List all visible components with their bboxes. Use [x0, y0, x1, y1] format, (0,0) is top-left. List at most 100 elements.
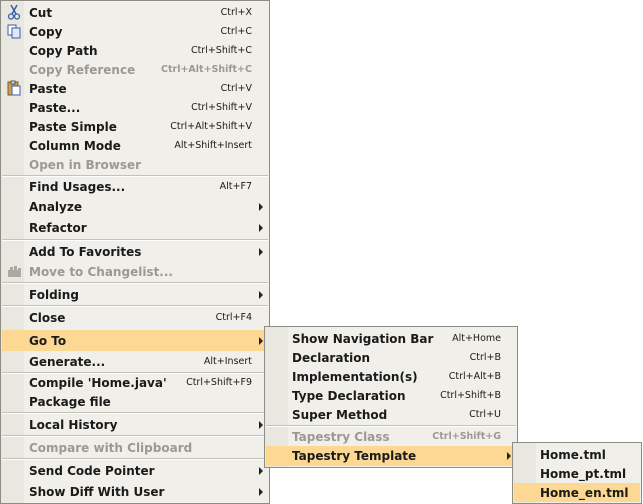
clipboard-icon: [6, 80, 22, 96]
menu-item-label: Super Method: [292, 407, 388, 422]
shortcut: Alt+Shift+Insert: [174, 140, 252, 151]
menu-item-copy[interactable]: Copy Ctrl+C: [2, 22, 268, 41]
submenu-arrow-icon: [259, 248, 263, 256]
menu-item-label: Paste: [29, 81, 67, 96]
menu-item-label: Paste...: [29, 100, 81, 115]
scissors-icon: [6, 4, 22, 20]
menu-item-home-pt-tml[interactable]: Home_pt.tml: [514, 464, 640, 483]
copy-icon: [6, 23, 22, 39]
menu-item-home-tml[interactable]: Home.tml: [514, 445, 640, 464]
menu-item-label: Refactor: [29, 220, 87, 235]
menu-item-label: Home_en.tml: [540, 485, 629, 500]
menu-item-add-to-favorites[interactable]: Add To Favorites: [2, 242, 268, 261]
shortcut: Ctrl+Shift+V: [191, 102, 252, 113]
editor-context-menu: Cut Ctrl+X Copy Ctrl+C Copy Path Ctrl+Sh…: [0, 0, 270, 504]
menu-item-label: Go To: [29, 333, 67, 348]
menu-item-label: Package file: [29, 394, 111, 409]
menu-item-copy-reference[interactable]: Copy Reference Ctrl+Alt+Shift+C: [2, 60, 268, 79]
shortcut: Ctrl+U: [469, 409, 501, 420]
menu-item-folding[interactable]: Folding: [2, 285, 268, 304]
menu-item-label: Send Code Pointer: [29, 463, 155, 478]
menu-item-generate[interactable]: Generate... Alt+Insert: [2, 352, 268, 371]
menu-item-label: Column Mode: [29, 138, 121, 153]
menu-item-label: Show Navigation Bar: [292, 331, 434, 346]
menu-item-tapestry-template[interactable]: Tapestry Template: [266, 446, 516, 466]
goto-submenu: Show Navigation Bar Alt+Home Declaration…: [264, 326, 518, 468]
menu-item-label: Copy: [29, 24, 63, 39]
menu-item-paste[interactable]: Paste Ctrl+V: [2, 79, 268, 98]
menu-item-implementations[interactable]: Implementation(s) Ctrl+Alt+B: [266, 367, 516, 386]
menu-item-compare-with-clipboard[interactable]: Compare with Clipboard: [2, 438, 268, 457]
menu-item-tapestry-class[interactable]: Tapestry Class Ctrl+Shift+G: [266, 427, 516, 446]
menu-item-label: Close: [29, 310, 66, 325]
shortcut: Ctrl+V: [220, 83, 252, 94]
menu-item-send-code-pointer[interactable]: Send Code Pointer: [2, 461, 268, 480]
menu-item-label: Copy Path: [29, 43, 98, 58]
menu-item-label: Add To Favorites: [29, 244, 142, 259]
menu-item-label: Home.tml: [540, 447, 606, 462]
menu-item-label: Find Usages...: [29, 179, 126, 194]
submenu-arrow-icon: [259, 488, 263, 496]
menu-item-label: Cut: [29, 5, 53, 20]
shortcut: Ctrl+Shift+G: [432, 431, 501, 442]
menu-item-local-history[interactable]: Local History: [2, 415, 268, 434]
menu-item-super-method[interactable]: Super Method Ctrl+U: [266, 405, 516, 424]
menu-item-home-en-tml[interactable]: Home_en.tml: [514, 483, 640, 502]
menu-item-analyze[interactable]: Analyze: [2, 197, 268, 216]
menu-item-paste-more[interactable]: Paste... Ctrl+Shift+V: [2, 98, 268, 117]
menu-item-close[interactable]: Close Ctrl+F4: [2, 308, 268, 327]
shortcut: Alt+Home: [452, 333, 501, 344]
submenu-arrow-icon: [259, 291, 263, 299]
menu-item-label: Folding: [29, 287, 79, 302]
menu-item-label: Move to Changelist...: [29, 264, 173, 279]
menu-separator: [2, 412, 268, 414]
shortcut: Ctrl+Shift+B: [440, 390, 501, 401]
menu-item-label: Compare with Clipboard: [29, 440, 193, 455]
menu-item-label: Generate...: [29, 354, 106, 369]
shortcut: Alt+Insert: [203, 356, 252, 367]
shortcut: Ctrl+Shift+C: [190, 45, 252, 56]
shortcut: Ctrl+Alt+Shift+V: [170, 121, 252, 132]
submenu-arrow-icon: [259, 337, 263, 345]
shortcut: Ctrl+C: [220, 26, 253, 37]
menu-item-paste-simple[interactable]: Paste Simple Ctrl+Alt+Shift+V: [2, 117, 268, 136]
menu-item-declaration[interactable]: Declaration Ctrl+B: [266, 348, 516, 367]
shortcut: Ctrl+B: [469, 352, 501, 363]
shortcut: Ctrl+F4: [215, 312, 252, 323]
menu-item-cut[interactable]: Cut Ctrl+X: [2, 3, 268, 22]
menu-item-label: Declaration: [292, 350, 371, 365]
shortcut: Ctrl+Alt+Shift+C: [161, 64, 252, 75]
menu-item-show-navigation-bar[interactable]: Show Navigation Bar Alt+Home: [266, 329, 516, 348]
menu-item-label: Local History: [29, 417, 118, 432]
submenu-arrow-icon: [259, 224, 263, 232]
menu-item-refactor[interactable]: Refactor: [2, 218, 268, 237]
menu-item-label: Show Diff With User: [29, 484, 165, 499]
menu-item-compile[interactable]: Compile 'Home.java' Ctrl+Shift+F9: [2, 373, 268, 392]
tapestry-template-submenu: Home.tml Home_pt.tml Home_en.tml: [512, 442, 642, 504]
menu-item-column-mode[interactable]: Column Mode Alt+Shift+Insert: [2, 136, 268, 155]
menu-item-label: Type Declaration: [292, 388, 406, 403]
menu-item-package-file[interactable]: Package file: [2, 392, 268, 411]
submenu-arrow-icon: [259, 203, 263, 211]
menu-item-move-to-changelist[interactable]: Move to Changelist...: [2, 262, 268, 281]
shortcut: Ctrl+X: [220, 7, 252, 18]
menu-separator: [2, 282, 268, 284]
menu-item-label: Tapestry Template: [292, 449, 417, 463]
menu-item-copy-path[interactable]: Copy Path Ctrl+Shift+C: [2, 41, 268, 60]
changelist-icon: [6, 263, 22, 279]
shortcut: Alt+F7: [219, 181, 252, 192]
menu-item-show-diff-with-user[interactable]: Show Diff With User: [2, 482, 268, 501]
menu-item-label: Open in Browser: [29, 157, 142, 172]
menu-separator: [2, 239, 268, 241]
menu-item-label: Tapestry Class: [292, 429, 390, 444]
submenu-arrow-icon: [259, 421, 263, 429]
menu-item-find-usages[interactable]: Find Usages... Alt+F7: [2, 177, 268, 196]
menu-item-open-in-browser[interactable]: Open in Browser: [2, 155, 268, 174]
menu-item-label: Paste Simple: [29, 119, 117, 134]
menu-separator: [2, 435, 268, 437]
menu-item-label: Home_pt.tml: [540, 466, 627, 481]
shortcut: Ctrl+Alt+B: [448, 371, 501, 382]
menu-separator: [2, 305, 268, 307]
menu-item-go-to[interactable]: Go To: [2, 330, 268, 351]
menu-item-type-declaration[interactable]: Type Declaration Ctrl+Shift+B: [266, 386, 516, 405]
